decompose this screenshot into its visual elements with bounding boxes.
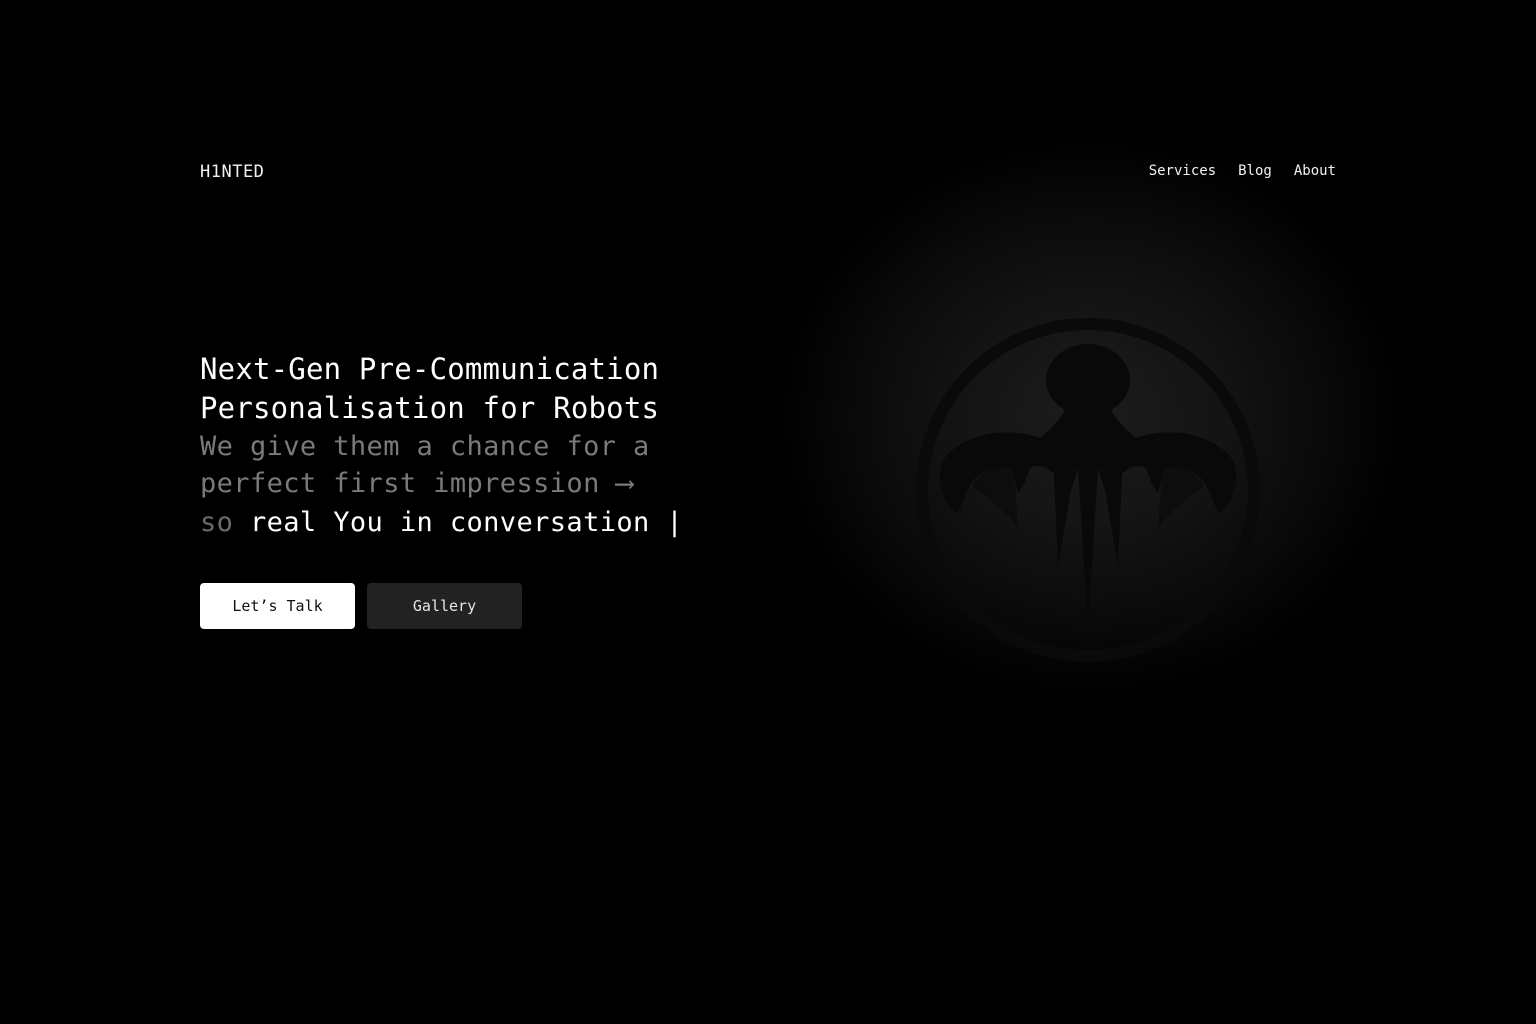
hero-title: Next-Gen Pre-Communication Personalisati… (200, 350, 740, 428)
site-logo[interactable]: H1NTED (200, 162, 264, 182)
main-nav: Services Blog About (1149, 163, 1336, 179)
hero-subtitle-line-1: We give them a chance for a (200, 431, 650, 462)
hero-title-line-1: Next-Gen Pre-Communication (200, 352, 660, 386)
site-header: H1NTED Services Blog About (200, 160, 1336, 186)
typing-live-text: real You in conversation (249, 507, 650, 538)
lets-talk-button[interactable]: Let’s Talk (200, 583, 355, 629)
nav-link-about[interactable]: About (1294, 163, 1336, 179)
hero-buttons: Let’s Talk Gallery (200, 583, 522, 629)
hero-section: Next-Gen Pre-Communication Personalisati… (200, 350, 740, 542)
hero-subtitle-line-2: perfect first impression ⟶ (200, 468, 634, 499)
typing-text: so real You in conversation | (200, 504, 740, 542)
typing-prefix: so (200, 507, 250, 538)
nav-link-blog[interactable]: Blog (1238, 163, 1272, 179)
typing-cursor: | (666, 507, 684, 538)
octopus-emblem-icon (916, 318, 1260, 662)
hero-title-line-2: Personalisation for Robots (200, 391, 660, 425)
hero-subtitle: We give them a chance for a perfect firs… (200, 428, 740, 502)
nav-link-services[interactable]: Services (1149, 163, 1216, 179)
gallery-button[interactable]: Gallery (367, 583, 522, 629)
